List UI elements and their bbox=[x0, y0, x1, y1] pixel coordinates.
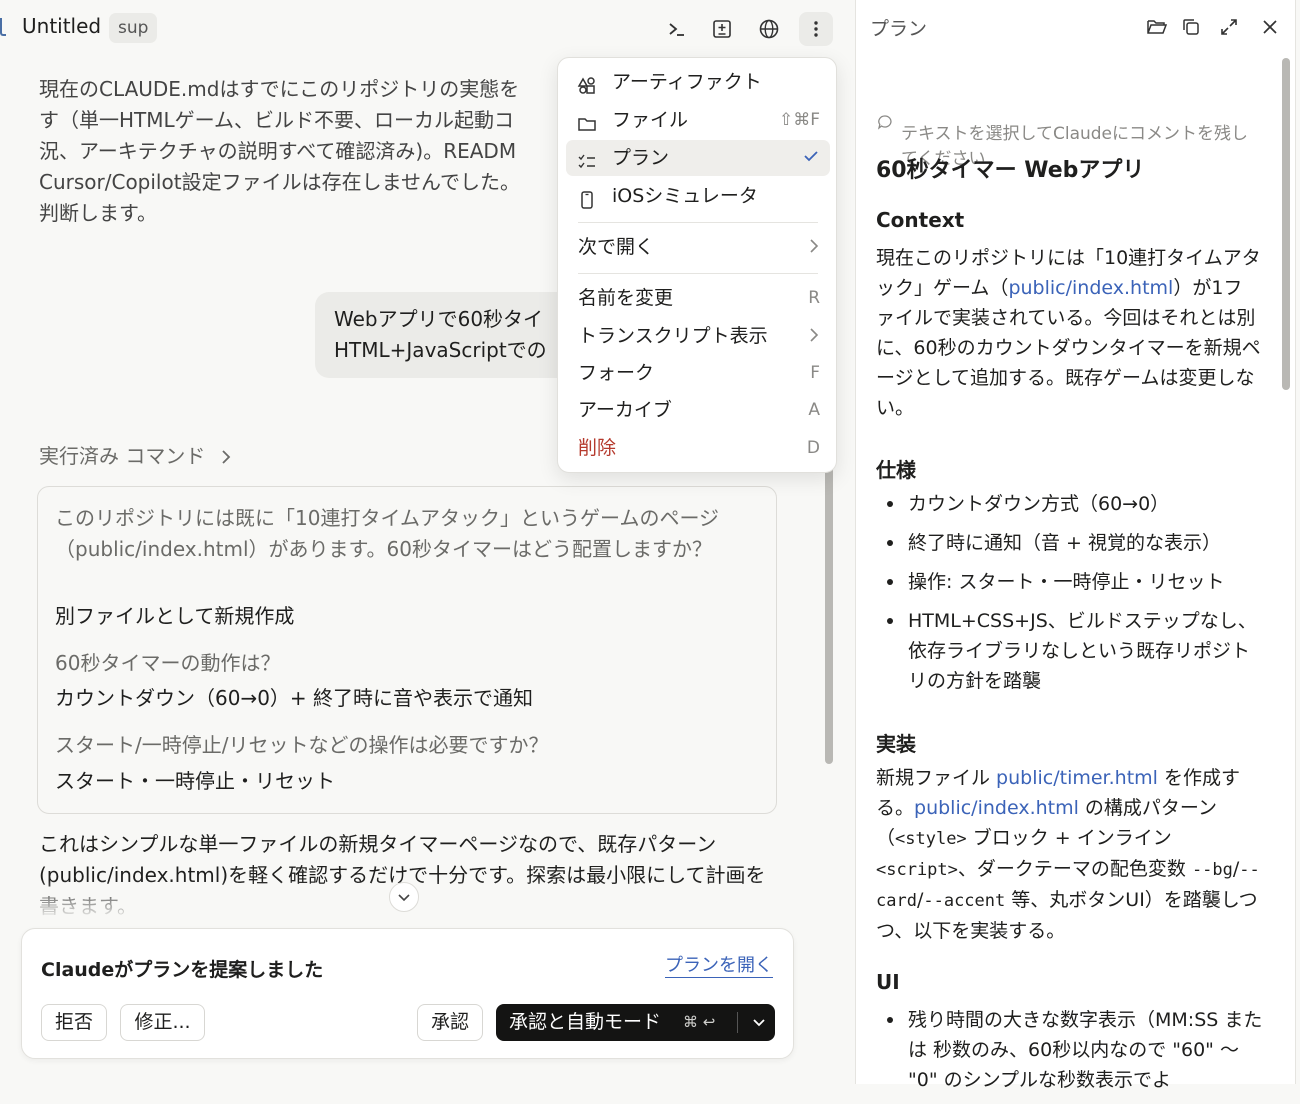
menu-label: iOSシミュレータ bbox=[612, 185, 758, 207]
question-2: 60秒タイマーの動作は？ bbox=[55, 651, 281, 675]
terminal-icon[interactable] bbox=[660, 12, 694, 46]
top-bar: Untitled sup bbox=[0, 0, 848, 56]
check-icon bbox=[802, 142, 820, 178]
plan-scrollbar[interactable] bbox=[1282, 58, 1290, 390]
approve-auto-shortcut: ⌘ ↩ bbox=[683, 1013, 716, 1031]
plan-list-icon bbox=[577, 148, 597, 169]
plan-panel-title: プラン bbox=[870, 18, 928, 40]
menu-item-archive[interactable]: アーカイブ A bbox=[566, 392, 830, 428]
answer-1: 別ファイルとして新規作成 bbox=[55, 604, 295, 628]
menu-item-files[interactable]: ファイル ⇧⌘F bbox=[566, 102, 830, 138]
menu-label: プラン bbox=[612, 147, 670, 169]
list-item: 操作: スタート・一時停止・リセット bbox=[884, 567, 1264, 597]
conversation-scrollbar[interactable] bbox=[825, 462, 833, 764]
context-heading: Context bbox=[876, 208, 965, 232]
question-3: スタート/一時停止/リセットなどの操作は必要ですか？ bbox=[55, 733, 549, 757]
artifact-icon bbox=[577, 72, 597, 94]
open-folder-icon[interactable] bbox=[1144, 14, 1170, 40]
phone-icon bbox=[577, 186, 597, 209]
globe-icon[interactable] bbox=[752, 12, 786, 46]
plan-proposal-card: Claudeがプランを提案しました プランを開く 拒否 修正... 承認 承認と… bbox=[21, 928, 794, 1059]
spec-heading: 仕様 bbox=[876, 458, 916, 482]
code-script: <script> bbox=[876, 860, 958, 880]
diff-icon[interactable] bbox=[705, 12, 739, 46]
impl-heading: 実装 bbox=[876, 732, 916, 756]
question-1: このリポジトリには既に「10連打タイムアタック」というゲームのページ（publi… bbox=[55, 506, 720, 561]
chevron-down-icon bbox=[397, 888, 411, 907]
executed-commands-toggle[interactable]: 実行済み コマンド bbox=[39, 440, 232, 470]
approve-auto-button[interactable]: 承認と自動モード ⌘ ↩ bbox=[496, 1004, 775, 1041]
reject-button[interactable]: 拒否 bbox=[41, 1004, 107, 1041]
context-paragraph: 現在このリポジトリには「10連打タイムアタック」ゲーム（public/index… bbox=[876, 243, 1261, 423]
plan-proposal-title: Claudeがプランを提案しました bbox=[41, 959, 324, 981]
code-style: <style> bbox=[895, 829, 967, 849]
approve-button[interactable]: 承認 bbox=[417, 1004, 483, 1041]
menu-item-delete[interactable]: 削除 D bbox=[566, 430, 830, 466]
chevron-right-icon bbox=[808, 320, 820, 356]
list-item: 残り時間の大きな数字表示（MM:SS または 秒数のみ、60秒以内なので "60… bbox=[884, 1005, 1264, 1095]
menu-item-artifact[interactable]: アーティファクト bbox=[566, 64, 830, 100]
close-icon[interactable] bbox=[1257, 14, 1283, 40]
menu-item-transcript[interactable]: トランスクリプト表示 bbox=[566, 318, 830, 354]
assistant-message: 現在のCLAUDE.mdはすでにこのリポジトリの実態を す（単一HTMLゲーム、… bbox=[39, 77, 520, 225]
answer-2: カウントダウン（60→0）+ 終了時に音や表示で通知 bbox=[55, 686, 534, 710]
modify-button[interactable]: 修正... bbox=[120, 1004, 205, 1041]
plan-heading: 60秒タイマー Webアプリ bbox=[876, 158, 1145, 183]
spec-list: カウントダウン方式（60→0） 終了時に通知（音 + 視覚的な表示） 操作: ス… bbox=[884, 489, 1264, 705]
menu-label: 名前を変更 bbox=[578, 287, 674, 309]
impl-paragraph: 新規ファイル public/timer.html を作成する。public/in… bbox=[876, 763, 1261, 946]
chevron-down-icon[interactable] bbox=[744, 1004, 774, 1041]
plan-panel: プラン テキストを選択してClaudeにコメントを残し てください 60秒タイマ… bbox=[855, 0, 1296, 1091]
impl-text: 、ダークテーマの配色変数 bbox=[957, 858, 1192, 880]
ui-heading: UI bbox=[876, 970, 900, 994]
list-item: 終了時に通知（音 + 視覚的な表示） bbox=[884, 528, 1264, 558]
menu-shortcut: F bbox=[810, 363, 820, 383]
impl-text: 新規ファイル bbox=[876, 767, 997, 789]
menu-item-rename[interactable]: 名前を変更 R bbox=[566, 280, 830, 316]
chevron-right-icon bbox=[220, 446, 232, 470]
menu-shortcut: D bbox=[806, 438, 820, 458]
menu-item-plan[interactable]: プラン bbox=[566, 140, 830, 176]
menu-shortcut: A bbox=[808, 400, 820, 420]
menu-label: アーティファクト bbox=[612, 71, 762, 93]
code-bg: --bg bbox=[1191, 860, 1233, 880]
menu-label: フォーク bbox=[578, 362, 655, 384]
scroll-down-button[interactable] bbox=[389, 882, 419, 912]
qa-summary-box: このリポジトリには既に「10連打タイムアタック」というゲームのページ（publi… bbox=[37, 486, 777, 814]
executed-commands-label: 実行済み コマンド bbox=[39, 444, 206, 468]
user-message: Webアプリで60秒タイ HTML+JavaScriptでの bbox=[315, 292, 575, 378]
impl-text: ブロック + インライン bbox=[966, 827, 1172, 849]
code-accent: --accent bbox=[923, 891, 1006, 911]
session-title[interactable]: Untitled bbox=[22, 14, 101, 38]
menu-item-ios-simulator[interactable]: iOSシミュレータ bbox=[566, 178, 830, 214]
list-item: カウントダウン方式（60→0） bbox=[884, 489, 1264, 519]
approve-auto-label: 承認と自動モード bbox=[509, 1011, 662, 1033]
menu-item-fork[interactable]: フォーク F bbox=[566, 355, 830, 391]
menu-label: トランスクリプト表示 bbox=[578, 325, 768, 347]
index-html-link[interactable]: public/index.html bbox=[914, 797, 1079, 819]
branch-badge: sup bbox=[109, 13, 158, 43]
expand-icon[interactable] bbox=[1216, 14, 1242, 40]
menu-label: アーカイブ bbox=[578, 399, 672, 421]
timer-html-link[interactable]: public/timer.html bbox=[996, 767, 1158, 789]
ui-list: 残り時間の大きな数字表示（MM:SS または 秒数のみ、60秒以内なので "60… bbox=[884, 1005, 1264, 1104]
list-item: HTML+CSS+JS、ビルドステップなし、依存ライブラリなしという既存リポジト… bbox=[884, 606, 1264, 696]
menu-shortcut: R bbox=[808, 288, 820, 308]
menu-label: ファイル bbox=[612, 109, 689, 131]
more-options-icon[interactable] bbox=[799, 12, 833, 46]
menu-label: 次で開く bbox=[578, 236, 655, 258]
open-plan-link[interactable]: プランを開く bbox=[665, 955, 773, 978]
menu-shortcut: ⇧⌘F bbox=[778, 110, 820, 130]
folder-icon bbox=[577, 110, 597, 131]
index-html-link[interactable]: public/index.html bbox=[1008, 277, 1173, 299]
menu-item-open-with[interactable]: 次で開く bbox=[566, 229, 830, 265]
menu-label: 削除 bbox=[578, 437, 617, 459]
copy-icon[interactable] bbox=[1178, 14, 1204, 40]
chevron-right-icon bbox=[808, 231, 820, 267]
answer-3: スタート・一時停止・リセット bbox=[55, 769, 335, 793]
options-menu: アーティファクト ファイル ⇧⌘F プラン iOSシミュレータ 次で開く 名前を… bbox=[557, 57, 837, 473]
comment-icon bbox=[877, 88, 893, 138]
